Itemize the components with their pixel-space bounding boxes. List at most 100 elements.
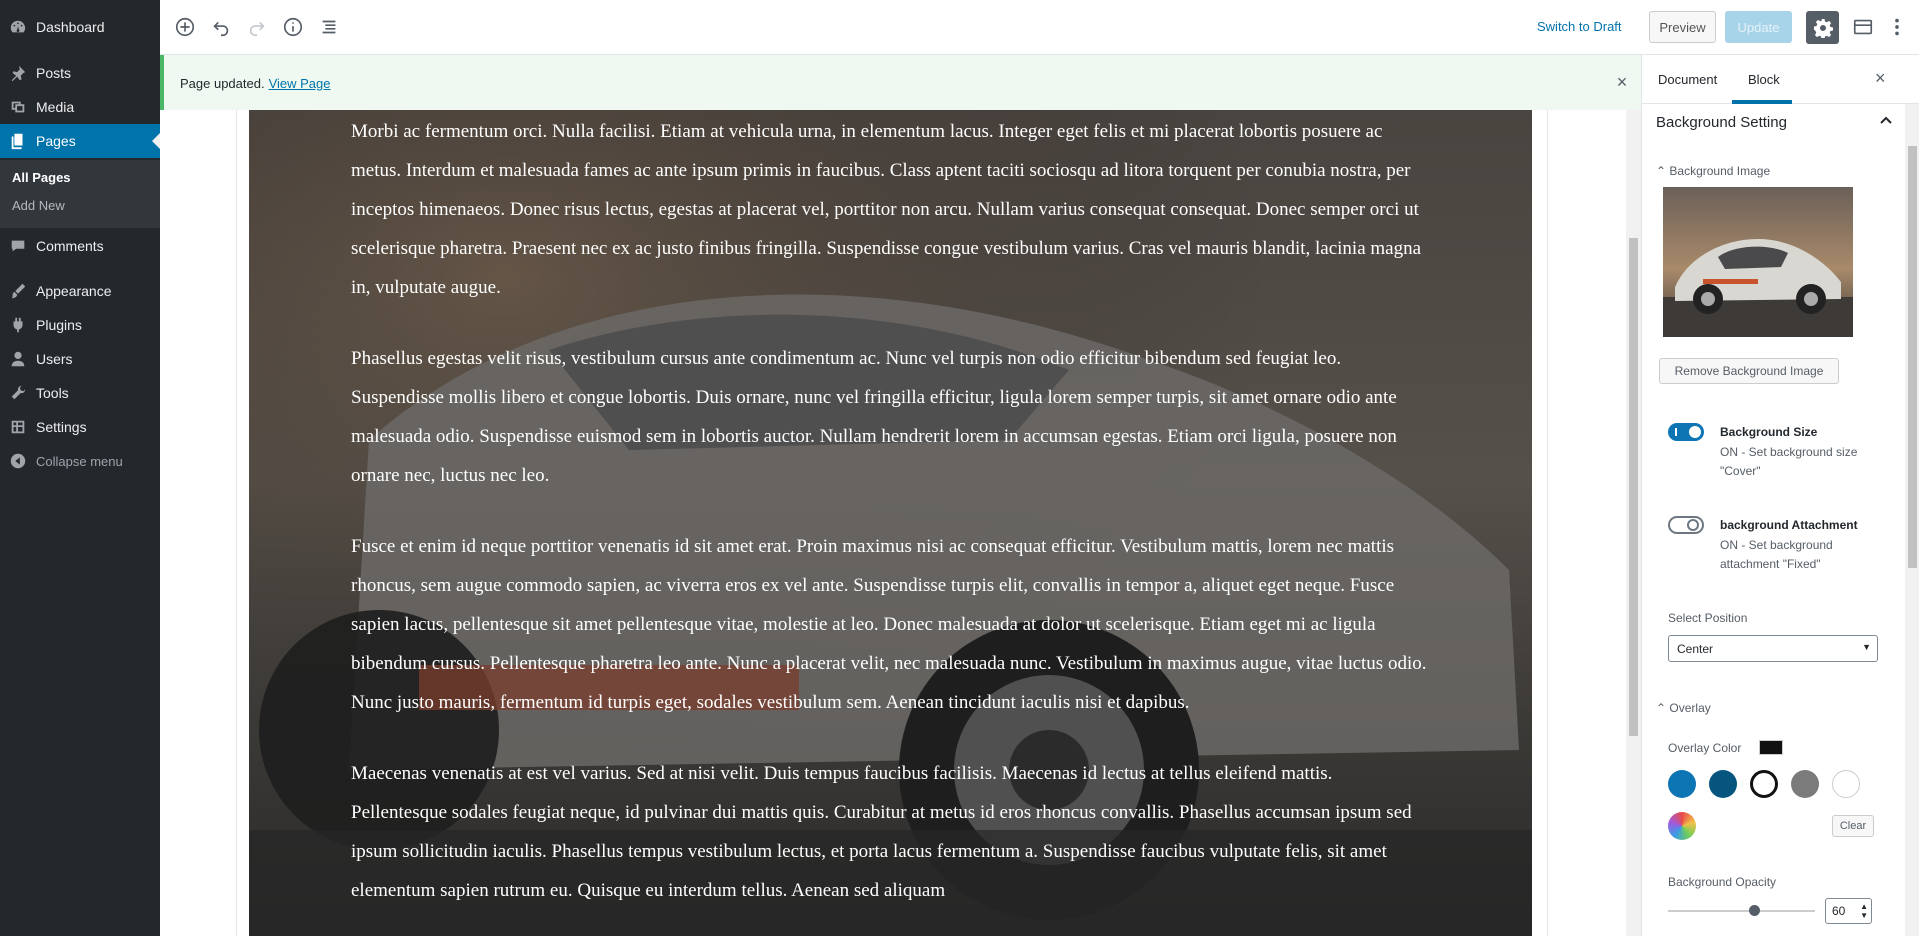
color-option-white[interactable] [1832, 770, 1860, 798]
undo-icon[interactable] [208, 14, 234, 40]
submenu-all-pages[interactable]: All Pages [12, 170, 71, 185]
menu-item-comments[interactable]: Comments [0, 229, 160, 263]
background-size-toggle[interactable] [1668, 423, 1704, 441]
redo-icon[interactable] [244, 14, 270, 40]
pages-submenu: All Pages Add New [0, 160, 160, 228]
dashboard-icon [0, 18, 36, 36]
menu-label: Media [36, 99, 75, 115]
menu-item-media[interactable]: Media [0, 90, 160, 124]
opacity-value: 60 [1832, 904, 1846, 918]
sidebar-scrollbar-thumb[interactable] [1908, 146, 1917, 568]
position-select[interactable]: Center ▼ [1668, 635, 1878, 662]
admin-menu: Dashboard Posts Media Pages All Pages Ad… [0, 0, 160, 936]
switch-to-draft-button[interactable]: Switch to Draft [1537, 19, 1622, 34]
overlay-color-label: Overlay Color [1668, 741, 1742, 755]
info-icon[interactable] [280, 14, 306, 40]
dropdown-arrow-icon: ▼ [1862, 642, 1871, 652]
custom-color-picker-icon[interactable] [1668, 812, 1696, 840]
menu-item-tools[interactable]: Tools [0, 376, 160, 410]
sidebar-scrollbar[interactable] [1905, 104, 1919, 936]
notice-message: Page updated. View Page [180, 76, 331, 91]
editor-canvas: Morbi ac fermentum orci. Nulla facilisi.… [160, 110, 1626, 936]
chevron-up-icon[interactable] [1879, 114, 1893, 131]
paragraph[interactable]: Morbi ac fermentum orci. Nulla facilisi.… [351, 112, 1431, 307]
cover-block[interactable]: Morbi ac fermentum orci. Nulla facilisi.… [249, 110, 1532, 936]
menu-label: Comments [36, 238, 104, 254]
update-button[interactable]: Update [1725, 11, 1792, 43]
menu-label: Dashboard [36, 19, 105, 35]
overlay-toggle[interactable]: ⌃ Overlay [1656, 701, 1711, 715]
background-image-toggle[interactable]: ⌃ Background Image [1656, 164, 1770, 178]
background-image-preview[interactable] [1663, 187, 1853, 337]
background-opacity-label: Background Opacity [1668, 875, 1777, 889]
editor-scrollbar[interactable] [1626, 110, 1641, 936]
editor-toolbar: Switch to Draft Preview Update [160, 0, 1919, 55]
preview-button[interactable]: Preview [1649, 11, 1716, 43]
page-updated-notice: Page updated. View Page × [160, 55, 1641, 110]
media-icon [0, 98, 36, 116]
panel-title[interactable]: Background Setting [1656, 114, 1787, 131]
more-options-icon[interactable] [1884, 14, 1910, 40]
paragraph[interactable]: Fusce et enim id neque porttitor venenat… [351, 527, 1431, 722]
background-attachment-description: ON - Set background attachment "Fixed" [1720, 538, 1833, 571]
menu-item-users[interactable]: Users [0, 342, 160, 376]
menu-label: Posts [36, 65, 72, 81]
pages-icon [0, 132, 36, 150]
menu-label: Appearance [36, 283, 112, 299]
menu-item-pages[interactable]: Pages [0, 124, 160, 158]
menu-label: Settings [36, 419, 87, 435]
color-option-selected[interactable] [1750, 770, 1778, 798]
background-size-description: ON - Set background size "Cover" [1720, 445, 1858, 478]
notice-text: Page updated. [180, 76, 265, 91]
menu-item-appearance[interactable]: Appearance [0, 274, 160, 308]
color-option-dark-blue[interactable] [1709, 770, 1737, 798]
overlay-color-swatch[interactable] [1759, 740, 1783, 755]
close-icon[interactable]: × [1611, 71, 1633, 93]
color-option-gray[interactable] [1791, 770, 1819, 798]
menu-label: Collapse menu [36, 453, 123, 469]
close-icon[interactable]: × [1875, 68, 1886, 89]
settings-icon [0, 418, 36, 436]
pin-icon [0, 64, 36, 82]
stepper-arrows-icon[interactable]: ▲ ▼ [1860, 902, 1868, 920]
menu-item-dashboard[interactable]: Dashboard [0, 10, 160, 44]
tab-document[interactable]: Document [1658, 72, 1717, 87]
paragraph[interactable]: Phasellus egestas velit risus, vestibulu… [351, 339, 1431, 495]
select-position-label: Select Position [1668, 611, 1748, 625]
remove-background-image-button[interactable]: Remove Background Image [1659, 358, 1839, 384]
outline-list-icon[interactable] [316, 14, 342, 40]
background-size-label: Background Size [1720, 425, 1818, 439]
tab-block[interactable]: Block [1748, 72, 1780, 87]
plugin-icon [0, 316, 36, 334]
comments-icon [0, 237, 36, 255]
users-icon [0, 350, 36, 368]
background-image-title: Background Image [1669, 164, 1771, 178]
menu-label: Plugins [36, 317, 82, 333]
opacity-number-input[interactable]: 60 ▲ ▼ [1825, 898, 1872, 924]
cover-text[interactable]: Morbi ac fermentum orci. Nulla facilisi.… [351, 110, 1431, 936]
paragraph[interactable]: Maecenas venenatis at est vel varius. Se… [351, 754, 1431, 910]
view-page-link[interactable]: View Page [269, 76, 331, 91]
car-thumbnail [1663, 187, 1853, 337]
menu-item-posts[interactable]: Posts [0, 56, 160, 90]
active-tab-indicator [1732, 100, 1792, 104]
brush-icon [0, 282, 36, 300]
opacity-slider-track[interactable] [1668, 910, 1815, 912]
editor-scrollbar-thumb[interactable] [1629, 238, 1638, 736]
menu-label: Tools [36, 385, 69, 401]
menu-item-settings[interactable]: Settings [0, 410, 160, 444]
add-block-icon[interactable] [172, 14, 198, 40]
opacity-slider-handle[interactable] [1749, 905, 1760, 916]
menu-item-plugins[interactable]: Plugins [0, 308, 160, 342]
menu-item-collapse[interactable]: Collapse menu [0, 444, 160, 478]
sidebar-tabs: Document Block × [1642, 55, 1919, 104]
settings-sidebar: Document Block × Background Setting ⌃ Ba… [1641, 55, 1919, 936]
settings-gear-icon[interactable] [1806, 11, 1839, 44]
color-option-blue[interactable] [1668, 770, 1696, 798]
clear-color-button[interactable]: Clear [1832, 815, 1874, 837]
menu-label: Pages [36, 133, 76, 149]
submenu-add-new[interactable]: Add New [12, 198, 65, 213]
background-attachment-toggle[interactable] [1668, 516, 1704, 534]
collapse-icon [0, 452, 36, 470]
fullscreen-layout-icon[interactable] [1850, 14, 1876, 40]
